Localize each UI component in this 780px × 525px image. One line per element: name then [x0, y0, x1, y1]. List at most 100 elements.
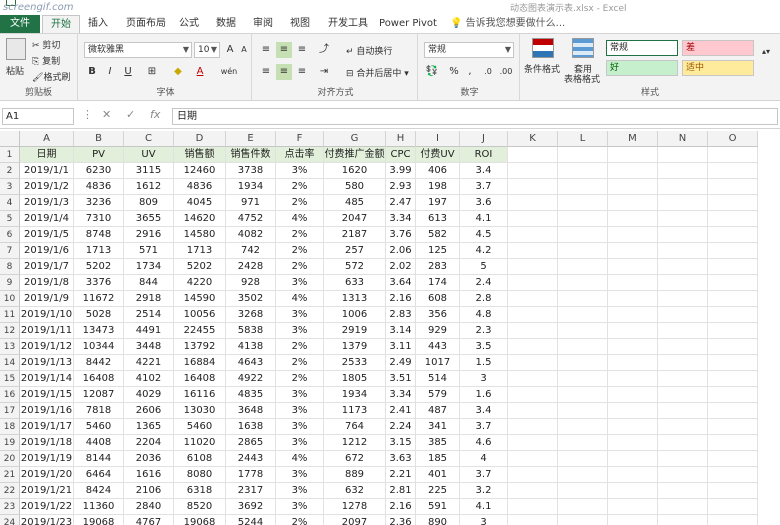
- table-cell[interactable]: 341: [416, 419, 460, 435]
- fill-color-icon[interactable]: ◆: [170, 64, 186, 80]
- table-cell[interactable]: [608, 451, 658, 467]
- table-cell[interactable]: [708, 227, 758, 243]
- table-cell[interactable]: 4.1: [460, 499, 508, 515]
- table-header-cell[interactable]: 销售件数: [226, 147, 276, 163]
- table-cell[interactable]: 19068: [74, 515, 124, 525]
- table-cell[interactable]: 10056: [174, 307, 226, 323]
- style-good[interactable]: 好: [606, 60, 678, 76]
- table-cell[interactable]: 257: [324, 243, 386, 259]
- table-cell[interactable]: 16884: [174, 355, 226, 371]
- table-cell[interactable]: 971: [226, 195, 276, 211]
- table-cell[interactable]: [508, 227, 558, 243]
- table-cell[interactable]: [558, 307, 608, 323]
- table-cell[interactable]: 2%: [276, 227, 324, 243]
- table-cell[interactable]: 7818: [74, 403, 124, 419]
- table-cell[interactable]: 3%: [276, 163, 324, 179]
- table-cell[interactable]: [558, 211, 608, 227]
- table-cell[interactable]: [558, 243, 608, 259]
- table-cell[interactable]: [658, 163, 708, 179]
- bold-button[interactable]: B: [84, 64, 100, 80]
- table-cell[interactable]: 3738: [226, 163, 276, 179]
- table-cell[interactable]: [658, 483, 708, 499]
- table-cell[interactable]: 3236: [74, 195, 124, 211]
- tab-developer[interactable]: 开发工具: [324, 15, 372, 33]
- table-cell[interactable]: [658, 515, 708, 525]
- table-cell[interactable]: [508, 339, 558, 355]
- table-cell[interactable]: [608, 419, 658, 435]
- font-color-button[interactable]: A: [192, 64, 208, 80]
- table-cell[interactable]: [658, 275, 708, 291]
- table-cell[interactable]: 225: [416, 483, 460, 499]
- table-header-cell[interactable]: PV: [74, 147, 124, 163]
- row-header[interactable]: 13: [0, 339, 20, 355]
- table-cell[interactable]: [708, 435, 758, 451]
- table-cell[interactable]: 2.21: [386, 467, 416, 483]
- table-cell[interactable]: [658, 451, 708, 467]
- table-cell[interactable]: 4220: [174, 275, 226, 291]
- table-cell[interactable]: [608, 227, 658, 243]
- table-cell[interactable]: [558, 163, 608, 179]
- row-header[interactable]: 23: [0, 499, 20, 515]
- table-cell[interactable]: 8748: [74, 227, 124, 243]
- table-cell[interactable]: 1212: [324, 435, 386, 451]
- table-cell[interactable]: 4%: [276, 451, 324, 467]
- table-cell[interactable]: 3.34: [386, 387, 416, 403]
- table-cell[interactable]: [708, 467, 758, 483]
- table-cell[interactable]: [658, 387, 708, 403]
- table-cell[interactable]: 4767: [124, 515, 174, 525]
- table-cell[interactable]: 2019/1/2: [20, 179, 74, 195]
- table-cell[interactable]: 3.76: [386, 227, 416, 243]
- confirm-icon[interactable]: ✓: [126, 108, 135, 121]
- table-cell[interactable]: [708, 403, 758, 419]
- table-cell[interactable]: 13473: [74, 323, 124, 339]
- row-header[interactable]: 11: [0, 307, 20, 323]
- column-header-j[interactable]: J: [460, 131, 508, 147]
- table-cell[interactable]: 2.47: [386, 195, 416, 211]
- table-cell[interactable]: [558, 355, 608, 371]
- row-header[interactable]: 15: [0, 371, 20, 387]
- table-cell[interactable]: 8442: [74, 355, 124, 371]
- table-cell[interactable]: 6464: [74, 467, 124, 483]
- tab-page-layout[interactable]: 页面布局: [122, 15, 170, 33]
- table-cell[interactable]: 5460: [174, 419, 226, 435]
- table-cell[interactable]: 1006: [324, 307, 386, 323]
- table-cell[interactable]: [608, 163, 658, 179]
- table-cell[interactable]: [658, 499, 708, 515]
- table-cell[interactable]: 11672: [74, 291, 124, 307]
- table-cell[interactable]: 13792: [174, 339, 226, 355]
- table-cell[interactable]: 2514: [124, 307, 174, 323]
- table-cell[interactable]: 3%: [276, 403, 324, 419]
- table-cell[interactable]: [558, 419, 608, 435]
- align-middle-icon[interactable]: ≡: [276, 42, 292, 58]
- table-cell[interactable]: [608, 211, 658, 227]
- table-cell[interactable]: 2%: [276, 195, 324, 211]
- table-cell[interactable]: [608, 403, 658, 419]
- table-cell[interactable]: 3692: [226, 499, 276, 515]
- table-cell[interactable]: [558, 387, 608, 403]
- table-cell[interactable]: 2106: [124, 483, 174, 499]
- table-cell[interactable]: [658, 323, 708, 339]
- table-cell[interactable]: [558, 499, 608, 515]
- table-cell[interactable]: 2019/1/17: [20, 419, 74, 435]
- table-header-cell[interactable]: UV: [124, 147, 174, 163]
- table-cell[interactable]: 1278: [324, 499, 386, 515]
- table-cell[interactable]: [558, 227, 608, 243]
- table-cell[interactable]: 3.2: [460, 483, 508, 499]
- table-cell[interactable]: [558, 371, 608, 387]
- row-header[interactable]: 6: [0, 227, 20, 243]
- table-cell[interactable]: [658, 307, 708, 323]
- table-cell[interactable]: 4408: [74, 435, 124, 451]
- table-cell[interactable]: 443: [416, 339, 460, 355]
- conditional-format-button[interactable]: 条件格式: [524, 62, 560, 75]
- row-header[interactable]: 18: [0, 419, 20, 435]
- tab-review[interactable]: 审阅: [250, 15, 276, 33]
- table-cell[interactable]: 2.8: [460, 291, 508, 307]
- table-cell[interactable]: 1734: [124, 259, 174, 275]
- table-cell[interactable]: 406: [416, 163, 460, 179]
- table-cell[interactable]: 5460: [74, 419, 124, 435]
- table-cell[interactable]: 16116: [174, 387, 226, 403]
- table-cell[interactable]: 1934: [226, 179, 276, 195]
- table-cell[interactable]: [608, 147, 658, 163]
- table-cell[interactable]: [558, 179, 608, 195]
- table-cell[interactable]: 10344: [74, 339, 124, 355]
